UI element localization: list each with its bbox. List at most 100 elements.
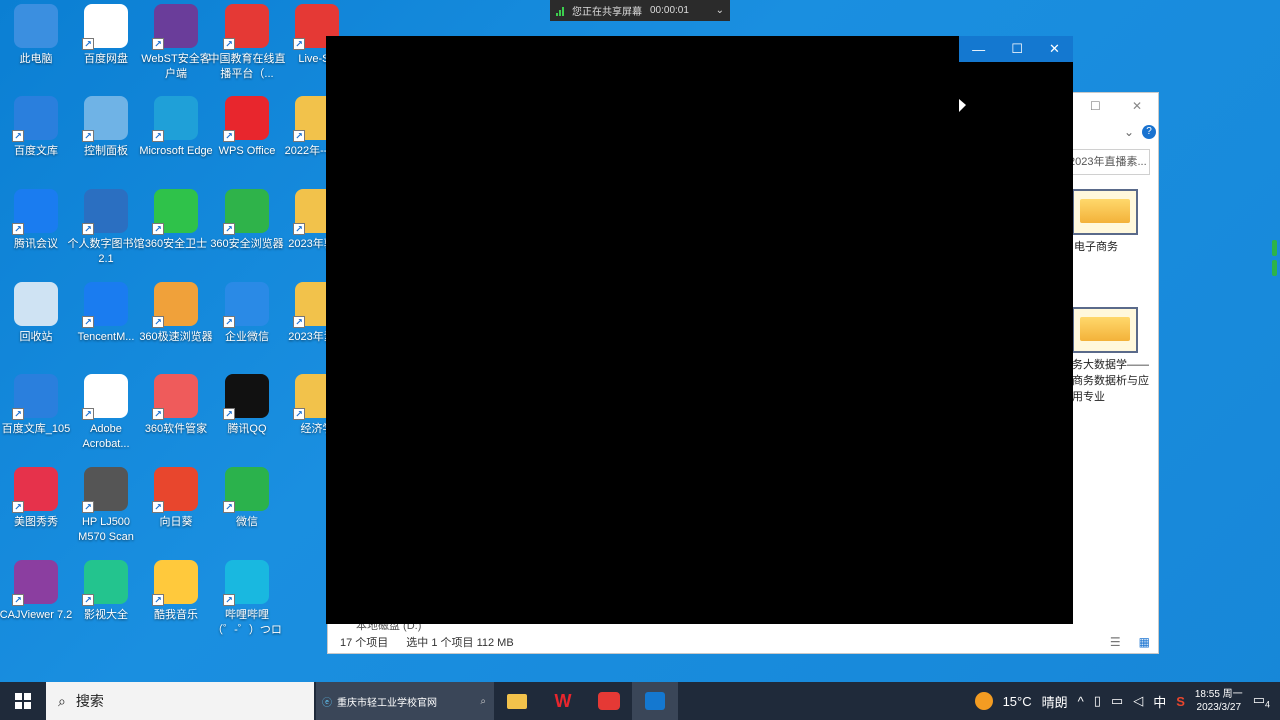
shortcut-arrow-icon: ↗ <box>82 223 94 235</box>
live-app-taskbar-icon[interactable] <box>586 682 632 720</box>
desktop: 您正在共享屏幕 00:00:01 ⌄ 此电脑 ↗ 百度网盘 ↗ WebST安全客户端 ↗ 中… <box>0 0 1280 682</box>
desktop-icon[interactable]: ↗ 向日葵 <box>140 467 212 559</box>
taskbar-search[interactable]: ⌕ 搜索 <box>46 682 314 720</box>
desktop-icon[interactable]: ↗ Microsoft Edge <box>139 96 213 188</box>
start-button[interactable] <box>0 682 46 720</box>
chevron-down-icon[interactable]: ⌄ <box>716 5 724 16</box>
file-label[interactable]: 电子商务 <box>1074 239 1118 255</box>
device-icon[interactable]: ▯ <box>1094 693 1101 709</box>
screen-share-bar[interactable]: 您正在共享屏幕 00:00:01 ⌄ <box>550 0 730 21</box>
desktop-icon[interactable]: ↗ 百度网盘 <box>70 4 142 96</box>
desktop-icon-label: 回收站 <box>19 331 53 343</box>
chevron-up-icon[interactable]: ^ <box>1078 694 1084 709</box>
shortcut-arrow-icon: ↗ <box>152 408 164 420</box>
desktop-icon-label: 百度网盘 <box>84 53 128 65</box>
notification-icon[interactable]: ▭4 <box>1253 692 1270 710</box>
shortcut-arrow-icon: ↗ <box>152 316 164 328</box>
tencent-meeting-icon: ↗ <box>12 189 58 235</box>
desktop-icon[interactable]: 回收站 <box>0 282 72 374</box>
shortcut-arrow-icon: ↗ <box>223 130 235 142</box>
scanner-icon: ↗ <box>82 467 128 513</box>
desktop-icon[interactable]: ↗ 百度文库 <box>0 96 72 188</box>
desktop-icon-label: 微信 <box>236 516 258 528</box>
desktop-icon-label: 360极速浏览器 <box>139 331 213 343</box>
desktop-icon[interactable]: ↗ 360极速浏览器 <box>139 282 213 374</box>
weather-temp[interactable]: 15°C <box>1003 694 1032 709</box>
desktop-icon[interactable]: ↗ 哔哩哔哩（゜-゜）つロ ... <box>211 560 283 652</box>
desktop-icon-label: 360软件管家 <box>144 423 208 435</box>
desktop-icon-label: 控制面板 <box>84 145 128 157</box>
desktop-icon[interactable]: ↗ TencentM... <box>70 282 142 374</box>
shortcut-arrow-icon: ↗ <box>152 223 164 235</box>
shortcut-arrow-icon: ↗ <box>152 38 164 50</box>
wecom-icon: ↗ <box>223 282 269 328</box>
clock-date: 2023/3/27 <box>1196 702 1242 713</box>
weather-desc[interactable]: 晴朗 <box>1042 692 1068 711</box>
shortcut-arrow-icon: ↗ <box>12 130 24 142</box>
shortcut-arrow-icon: ↗ <box>82 594 94 606</box>
desktop-icon[interactable]: ↗ 企业微信 <box>211 282 283 374</box>
windows-icon <box>15 693 31 709</box>
desktop-icon[interactable]: ↗ CAJViewer 7.2 <box>0 560 72 652</box>
desktop-icon[interactable]: ↗ WPS Office <box>211 96 283 188</box>
weather-sun-icon[interactable] <box>974 692 993 710</box>
desktop-icon[interactable]: ↗ 360软件管家 <box>140 374 212 466</box>
maximize-button[interactable]: ☐ <box>1011 41 1023 57</box>
desktop-icon[interactable]: ↗ 百度文库_105 <box>0 374 72 466</box>
desktop-icon[interactable]: ↗ 控制面板 <box>70 96 142 188</box>
search-path-box[interactable]: 2023年直播素... <box>1068 149 1150 175</box>
desktop-icon[interactable]: ↗ 美图秀秀 <box>0 467 72 559</box>
ime-indicator[interactable]: 中 <box>1153 692 1166 711</box>
desktop-icon[interactable]: ↗ HP LJ500 M570 Scan <box>70 467 142 559</box>
shortcut-arrow-icon: ↗ <box>293 408 305 420</box>
desktop-icon[interactable]: ↗ 中国教育在线直播平台（... <box>208 4 286 96</box>
help-icon[interactable]: ? <box>1142 125 1156 139</box>
chevron-down-icon[interactable]: ⌄ <box>1124 125 1134 139</box>
video-player-taskbar-icon[interactable] <box>632 682 678 720</box>
desktop-icon[interactable]: ↗ 腾讯QQ <box>211 374 283 466</box>
shortcut-arrow-icon: ↗ <box>293 130 305 142</box>
status-bar: 17 个项目 选中 1 个项目 112 MB ☰ ▦ <box>328 631 1158 653</box>
desktop-icon[interactable]: ↗ 360安全卫士 <box>140 189 212 281</box>
desktop-icon[interactable]: ↗ 360安全浏览器 <box>210 189 284 281</box>
desktop-icon[interactable]: ↗ WebST安全客户端 <box>140 4 212 96</box>
file-label[interactable]: 务大数据学——商务数据析与应用专业 <box>1072 357 1156 405</box>
desktop-icon-label: 向日葵 <box>159 516 193 528</box>
network-icon[interactable]: ▭ <box>1111 693 1123 709</box>
video-player-window[interactable]: — ☐ ✕ <box>326 36 1073 624</box>
details-view-icon[interactable]: ☰ <box>1110 635 1121 649</box>
shortcut-arrow-icon: ↗ <box>152 501 164 513</box>
taskbar-browser-tab[interactable]: ⓔ 重庆市轻工业学校官网 ⌕ <box>316 682 494 720</box>
wps-taskbar-icon[interactable]: W <box>540 682 586 720</box>
webst-icon: ↗ <box>152 4 198 50</box>
search-placeholder: 搜索 <box>75 693 104 709</box>
close-button[interactable]: ✕ <box>1049 41 1060 57</box>
tiles-view-icon[interactable]: ▦ <box>1139 635 1150 649</box>
desktop-icon[interactable]: ↗ 腾讯会议 <box>0 189 72 281</box>
shortcut-arrow-icon: ↗ <box>82 316 94 328</box>
desktop-icon[interactable]: ↗ Adobe Acrobat... <box>70 374 142 466</box>
desktop-icon[interactable]: ↗ 酷我音乐 <box>140 560 212 652</box>
volume-icon[interactable]: ◁ <box>1133 693 1143 709</box>
close-icon[interactable]: ✕ <box>1132 99 1142 113</box>
shortcut-arrow-icon: ↗ <box>12 594 24 606</box>
minimize-button[interactable]: — <box>972 42 985 57</box>
sogou-icon[interactable]: S <box>1176 694 1185 709</box>
video-thumbnail[interactable] <box>1072 307 1138 353</box>
desktop-icon[interactable]: 此电脑 <box>0 4 72 96</box>
restore-icon[interactable]: ☐ <box>1090 99 1101 113</box>
window-titlebar: — ☐ ✕ <box>959 36 1073 62</box>
desktop-icon[interactable]: ↗ 影视大全 <box>70 560 142 652</box>
clock[interactable]: 18:55 周一 2023/3/27 <box>1195 688 1243 714</box>
desktop-icon[interactable]: ↗ 微信 <box>211 467 283 559</box>
desktop-icon-label: 360安全卫士 <box>144 238 208 250</box>
desktop-icon-label: 中国教育在线直播平台（... <box>208 53 286 80</box>
360-browser-icon: ↗ <box>223 189 269 235</box>
tencent-m-icon: ↗ <box>82 282 128 328</box>
video-thumbnail[interactable] <box>1072 189 1138 235</box>
desktop-icon[interactable]: ↗ 个人数字图书馆2.1 <box>68 189 145 281</box>
shortcut-arrow-icon: ↗ <box>152 594 164 606</box>
digital-library-icon: ↗ <box>82 189 128 235</box>
share-status: 您正在共享屏幕 <box>572 7 642 18</box>
file-explorer-taskbar-icon[interactable] <box>494 682 540 720</box>
